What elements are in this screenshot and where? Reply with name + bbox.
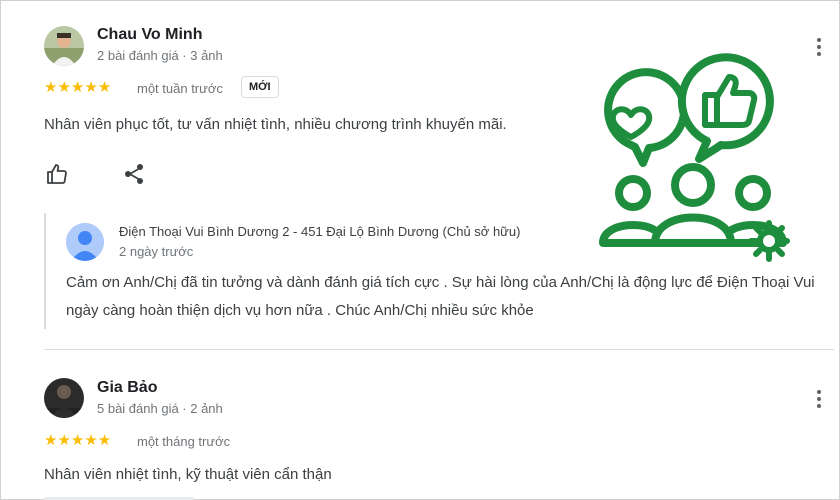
- heart-icon: [604, 68, 689, 167]
- reviewer-meta: 5 bài đánh giá · 2 ảnh: [97, 401, 223, 416]
- share-icon[interactable]: [122, 162, 146, 186]
- owner-reply-text: Cảm ơn Anh/Chị đã tin tưởng và dành đánh…: [66, 274, 815, 319]
- star-rating: ★★★★★: [44, 432, 112, 449]
- thumbs-up-icon: [677, 53, 774, 163]
- owner-name[interactable]: Điện Thoại Vui Bình Dương 2 - 451 Đại Lộ…: [119, 224, 520, 239]
- review-time: một tháng trước: [137, 434, 231, 449]
- reviewer-meta: 2 bài đánh giá · 3 ảnh: [97, 48, 223, 63]
- more-options-button[interactable]: [813, 35, 825, 59]
- owner-avatar[interactable]: [66, 223, 104, 261]
- reviewer-name[interactable]: Gia Bảo: [97, 379, 157, 397]
- reviewer-avatar[interactable]: [44, 26, 84, 66]
- review-divider: [44, 349, 834, 350]
- review-text: Nhân viên phục tốt, tư vấn nhiệt tình, n…: [44, 116, 507, 133]
- reviewer-avatar[interactable]: [44, 378, 84, 418]
- more-vert-icon: [817, 38, 821, 42]
- star-rating: ★★★★★: [44, 79, 112, 96]
- customer-feedback-illustration: [589, 53, 799, 265]
- gear-icon: [748, 220, 790, 262]
- reviewer-name[interactable]: Chau Vo Minh: [97, 26, 202, 44]
- review-panel: Chau Vo Minh 2 bài đánh giá · 3 ảnh ★★★★…: [0, 0, 840, 500]
- more-options-button[interactable]: [813, 387, 825, 411]
- new-badge: MỚI: [241, 76, 279, 98]
- more-vert-icon: [817, 390, 821, 394]
- review-text: Nhân viên nhiệt tình, kỹ thuật viên cẩn …: [44, 466, 332, 483]
- owner-reply-time: 2 ngày trước: [119, 244, 194, 259]
- thumbs-up-icon[interactable]: [45, 162, 69, 186]
- review-time: một tuần trước: [137, 81, 223, 96]
